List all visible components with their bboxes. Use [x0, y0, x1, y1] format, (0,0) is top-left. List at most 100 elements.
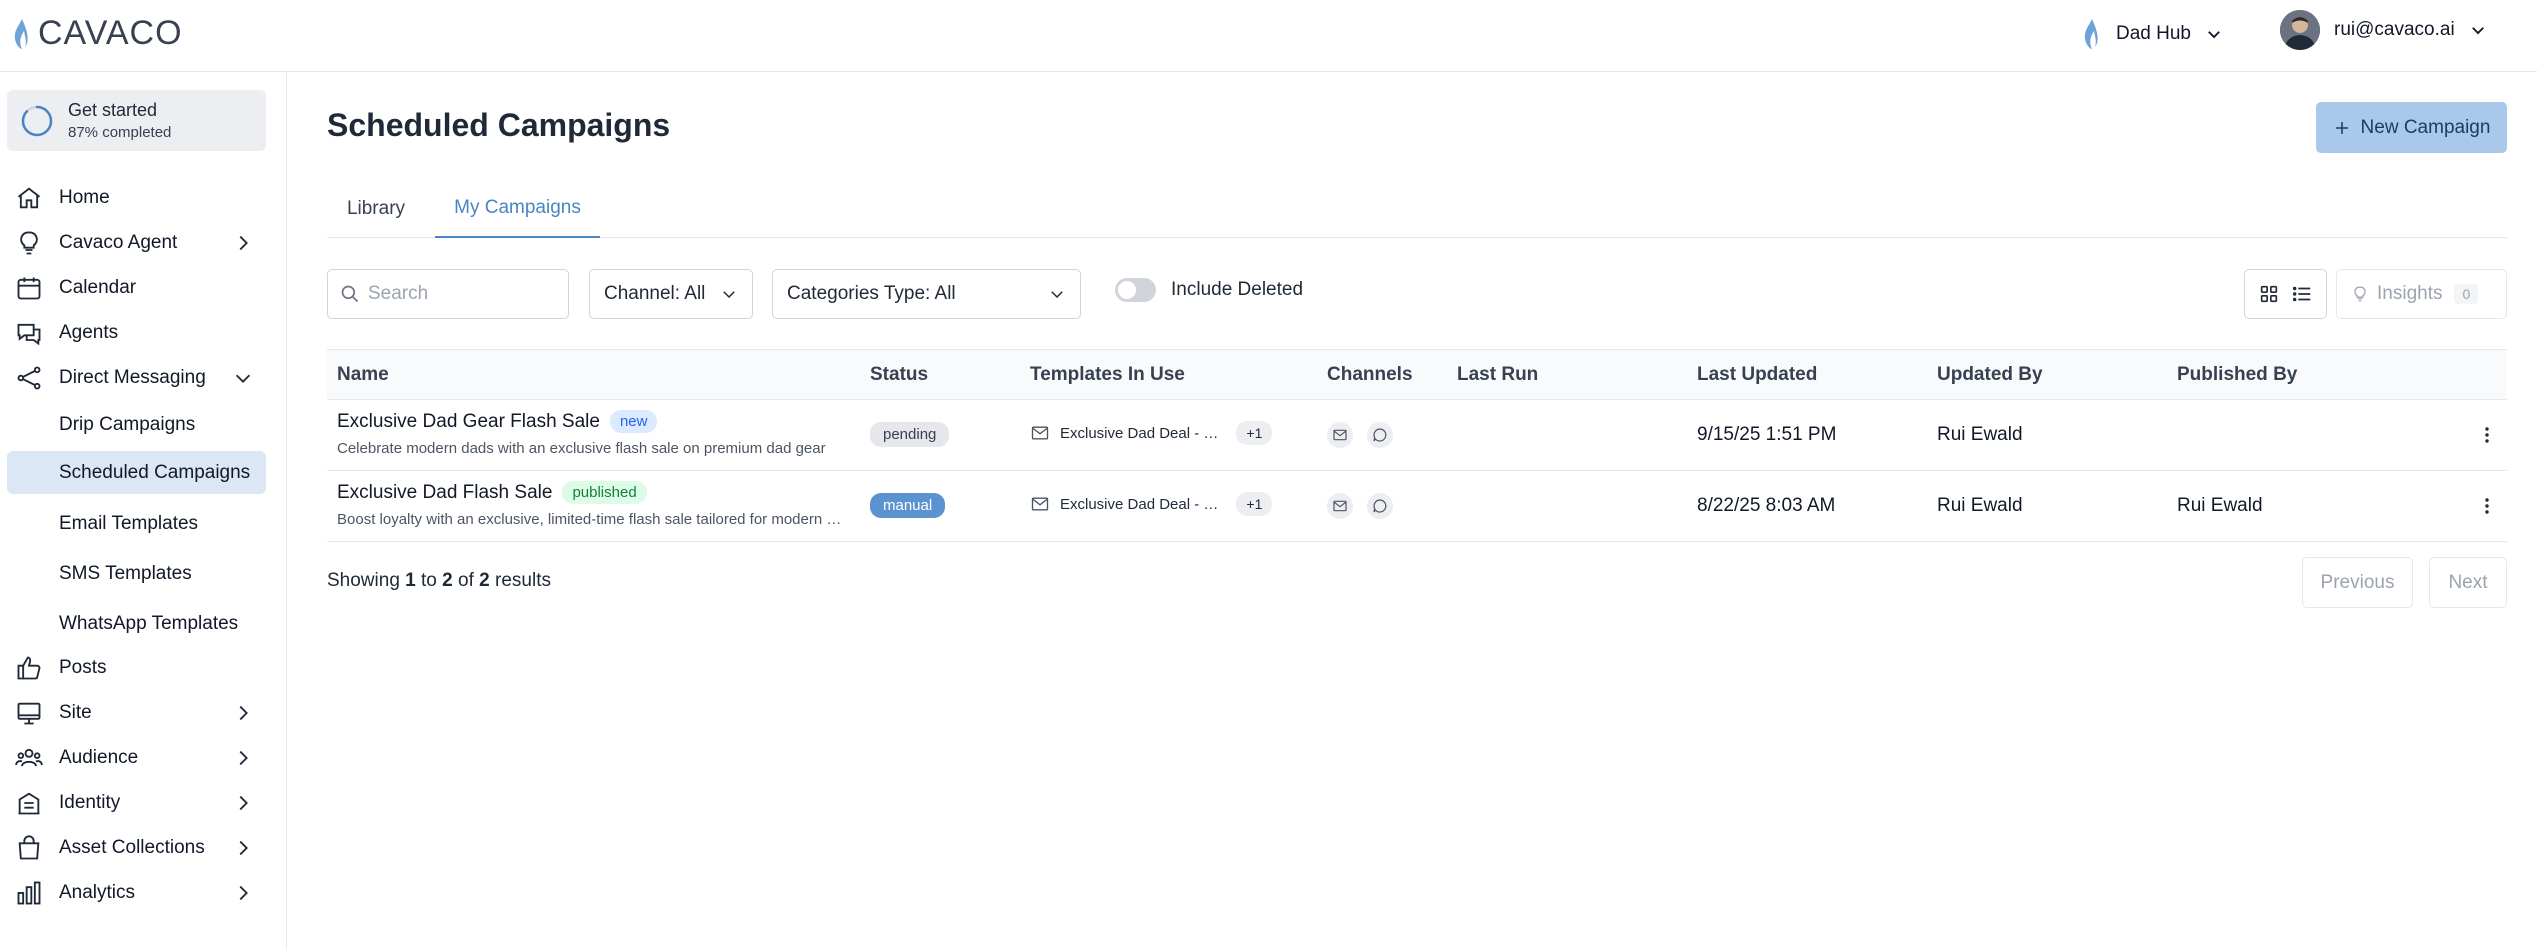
- insights-button[interactable]: Insights 0: [2336, 269, 2507, 319]
- sidebar-item-direct-messaging[interactable]: Direct Messaging: [0, 358, 287, 398]
- column-header[interactable]: Channels: [1327, 364, 1413, 386]
- sidebar-subitem-whatsapp-templates[interactable]: WhatsApp Templates: [7, 602, 266, 645]
- last-updated: 9/15/25 1:51 PM: [1697, 424, 1837, 445]
- campaign-name[interactable]: Exclusive Dad Gear Flash Sale: [337, 411, 600, 433]
- status-badge: manual: [870, 493, 946, 518]
- calendar-icon: [14, 273, 44, 303]
- sidebar-item-analytics[interactable]: Analytics: [0, 873, 287, 913]
- sidebar-item-identity[interactable]: Identity: [0, 783, 287, 823]
- updated-by: Rui Ewald: [1937, 424, 2023, 445]
- sidebar-subitem-drip-campaigns[interactable]: Drip Campaigns: [7, 403, 266, 446]
- updated-by: Rui Ewald: [1937, 495, 2023, 516]
- template-name: Exclusive Dad Deal - …: [1060, 424, 1219, 442]
- published-by: Rui Ewald: [2177, 495, 2263, 516]
- bar-chart-icon: [14, 878, 44, 908]
- mail-icon: [1031, 426, 1049, 440]
- toggle-switch[interactable]: [1115, 278, 1156, 302]
- grid-view-icon[interactable]: [2258, 283, 2280, 305]
- search-box[interactable]: [327, 269, 569, 319]
- progress-ring-icon: [21, 105, 53, 136]
- column-header[interactable]: Status: [870, 364, 928, 386]
- column-header[interactable]: Name: [337, 364, 389, 386]
- sidebar-item-calendar[interactable]: Calendar: [0, 268, 287, 308]
- flame-icon: [2084, 19, 2098, 49]
- status-badge: pending: [870, 422, 950, 447]
- sidebar-item-audience[interactable]: Audience: [0, 738, 287, 778]
- chevron-right-icon: [239, 705, 248, 721]
- results-summary: Showing 1 to 2 of 2 results: [327, 570, 551, 591]
- building-icon: [14, 788, 44, 818]
- chevron-down-icon: [2471, 27, 2484, 35]
- chevron-down-icon: [723, 291, 735, 299]
- table-header: Name Status Templates In Use Channels La…: [327, 349, 2507, 400]
- home-icon: [14, 183, 44, 213]
- sidebar-item-agents[interactable]: Agents: [0, 313, 287, 353]
- channel-select[interactable]: Channel: All: [589, 269, 753, 319]
- column-header[interactable]: Last Run: [1457, 364, 1538, 386]
- next-page-button[interactable]: Next: [2429, 557, 2507, 608]
- get-started-card[interactable]: Get started 87% completed: [7, 90, 266, 151]
- chevron-down-icon: [1051, 291, 1063, 299]
- email-channel-icon: [1327, 422, 1353, 448]
- column-header[interactable]: Published By: [2177, 364, 2297, 386]
- templates-in-use[interactable]: Exclusive Dad Deal - … +1: [1030, 421, 1273, 445]
- chat-channel-icon: [1367, 493, 1393, 519]
- brand-name: CAVACO: [38, 14, 183, 52]
- column-header[interactable]: Last Updated: [1697, 364, 1817, 386]
- mail-icon: [1031, 497, 1049, 511]
- new-campaign-button[interactable]: New Campaign: [2316, 102, 2507, 153]
- users-icon: [14, 743, 44, 773]
- sidebar-subitem-email-templates[interactable]: Email Templates: [7, 502, 266, 545]
- chevron-right-icon: [239, 840, 248, 856]
- template-extra-count[interactable]: +1: [1236, 492, 1273, 516]
- campaign-name[interactable]: Exclusive Dad Flash Sale: [337, 482, 552, 504]
- chevron-right-icon: [239, 750, 248, 766]
- chevron-right-icon: [239, 795, 248, 811]
- flame-logo-icon: [14, 18, 28, 49]
- column-header[interactable]: Templates In Use: [1030, 364, 1185, 386]
- sidebar-item-home[interactable]: Home: [0, 178, 287, 218]
- campaign-description: Boost loyalty with an exclusive, limited…: [337, 511, 847, 528]
- tab-my-campaigns[interactable]: My Campaigns: [435, 180, 600, 238]
- tabs: Library My Campaigns: [327, 180, 2507, 238]
- table-row[interactable]: Exclusive Dad Gear Flash Sale new Celebr…: [327, 400, 2507, 471]
- user-menu[interactable]: rui@cavaco.ai: [2280, 10, 2487, 50]
- previous-page-button[interactable]: Previous: [2302, 557, 2413, 608]
- brand-logo[interactable]: CAVACO: [10, 14, 183, 53]
- get-started-title: Get started: [68, 100, 158, 120]
- sidebar-subitem-sms-templates[interactable]: SMS Templates: [7, 552, 266, 595]
- share-icon: [14, 363, 44, 393]
- campaigns-table: Name Status Templates In Use Channels La…: [327, 349, 2507, 542]
- sidebar-item-cavaco-agent[interactable]: Cavaco Agent: [0, 223, 287, 263]
- hub-name: Dad Hub: [2116, 23, 2191, 44]
- template-name: Exclusive Dad Deal - …: [1060, 495, 1219, 513]
- campaign-tag: new: [609, 410, 658, 433]
- sidebar-item-posts[interactable]: Posts: [0, 648, 287, 688]
- more-options-icon[interactable]: [2482, 422, 2492, 448]
- plus-icon: [2335, 121, 2348, 134]
- column-header[interactable]: Updated By: [1937, 364, 2043, 386]
- campaign-tag: published: [562, 481, 647, 504]
- sidebar-subitem-scheduled-campaigns[interactable]: Scheduled Campaigns: [7, 451, 266, 494]
- list-view-icon[interactable]: [2291, 283, 2313, 305]
- tab-library[interactable]: Library: [327, 180, 425, 238]
- more-options-icon[interactable]: [2482, 493, 2492, 519]
- search-input[interactable]: [368, 283, 558, 305]
- include-deleted-toggle[interactable]: Include Deleted: [1115, 278, 1303, 302]
- include-deleted-label: Include Deleted: [1171, 279, 1304, 300]
- table-row[interactable]: Exclusive Dad Flash Sale published Boost…: [327, 471, 2507, 542]
- template-extra-count[interactable]: +1: [1236, 421, 1273, 445]
- user-email: rui@cavaco.ai: [2334, 19, 2455, 40]
- sidebar-item-site[interactable]: Site: [0, 693, 287, 733]
- insights-count-badge: 0: [2454, 284, 2479, 304]
- categories-type-select[interactable]: Categories Type: All: [772, 269, 1081, 319]
- lightbulb-icon: [14, 228, 44, 258]
- hub-selector[interactable]: Dad Hub: [2078, 14, 2223, 54]
- sidebar-item-asset-collections[interactable]: Asset Collections: [0, 828, 287, 868]
- monitor-icon: [14, 698, 44, 728]
- campaign-description: Celebrate modern dads with an exclusive …: [337, 440, 826, 457]
- search-icon: [341, 285, 359, 303]
- templates-in-use[interactable]: Exclusive Dad Deal - … +1: [1030, 492, 1273, 516]
- chevron-down-icon: [235, 374, 251, 383]
- view-mode-toggle: [2244, 269, 2327, 319]
